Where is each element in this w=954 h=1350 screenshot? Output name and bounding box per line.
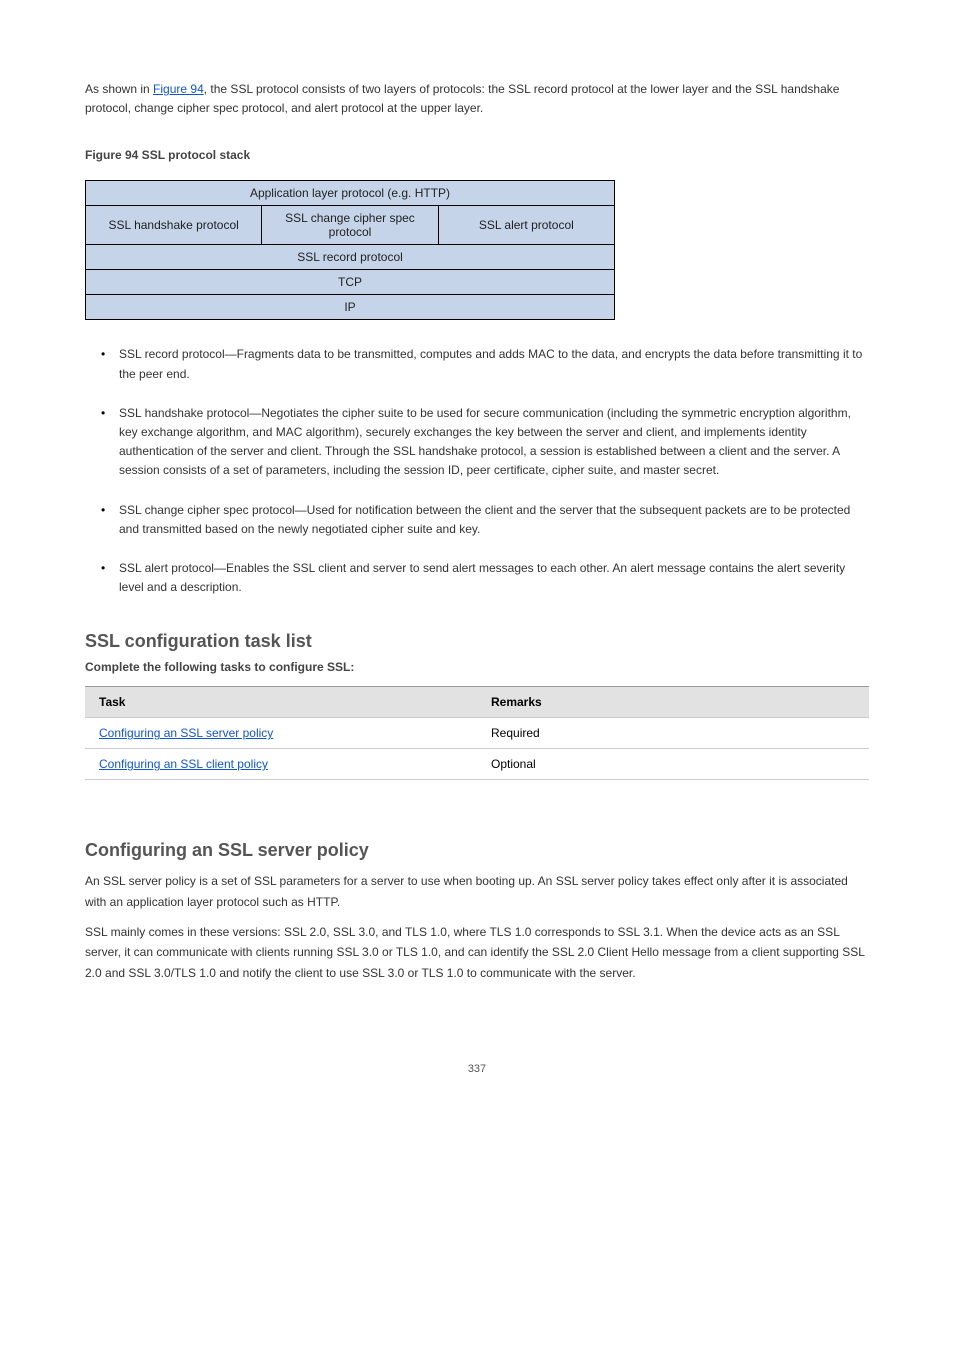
task-header-task: Task xyxy=(85,687,477,718)
task-remarks-0: Required xyxy=(477,718,869,749)
task-table: Task Remarks Configuring an SSL server p… xyxy=(85,686,869,780)
intro-paragraph: As shown in Figure 94, the SSL protocol … xyxy=(85,80,869,118)
server-policy-p1: An SSL server policy is a set of SSL par… xyxy=(85,871,869,912)
page-number: 337 xyxy=(85,1063,869,1075)
stack-cell-alert: SSL alert protocol xyxy=(438,206,614,245)
stack-cell-record: SSL record protocol xyxy=(86,245,615,270)
task-link-server-policy[interactable]: Configuring an SSL server policy xyxy=(99,726,273,740)
task-link-client-policy[interactable]: Configuring an SSL client policy xyxy=(99,757,268,771)
stack-cell-change-cipher: SSL change cipher spec protocol xyxy=(262,206,438,245)
stack-cell-app-layer: Application layer protocol (e.g. HTTP) xyxy=(86,181,615,206)
table-row: Configuring an SSL client policy Optiona… xyxy=(85,749,869,780)
task-list-heading: SSL configuration task list xyxy=(85,631,869,652)
server-policy-p2: SSL mainly comes in these versions: SSL … xyxy=(85,922,869,983)
bullet-alert: SSL alert protocol—Enables the SSL clien… xyxy=(85,559,869,597)
bullet-handshake: SSL handshake protocol—Negotiates the ci… xyxy=(85,404,869,481)
bullet-record: SSL record protocol—Fragments data to be… xyxy=(85,345,869,383)
intro-text-before: As shown in xyxy=(85,82,153,96)
stack-cell-handshake: SSL handshake protocol xyxy=(86,206,262,245)
bullet-change-cipher: SSL change cipher spec protocol—Used for… xyxy=(85,501,869,539)
ssl-protocol-stack-diagram: Application layer protocol (e.g. HTTP) S… xyxy=(85,180,615,320)
server-policy-heading: Configuring an SSL server policy xyxy=(85,840,869,861)
figure-reference-link[interactable]: Figure 94 xyxy=(153,82,204,96)
figure-caption: Figure 94 SSL protocol stack xyxy=(85,148,869,162)
table-row: Configuring an SSL server policy Require… xyxy=(85,718,869,749)
protocol-bullet-list: SSL record protocol—Fragments data to be… xyxy=(85,345,869,597)
task-header-remarks: Remarks xyxy=(477,687,869,718)
task-list-label: Complete the following tasks to configur… xyxy=(85,660,869,674)
task-remarks-1: Optional xyxy=(477,749,869,780)
stack-cell-tcp: TCP xyxy=(86,270,615,295)
stack-cell-ip: IP xyxy=(86,295,615,320)
